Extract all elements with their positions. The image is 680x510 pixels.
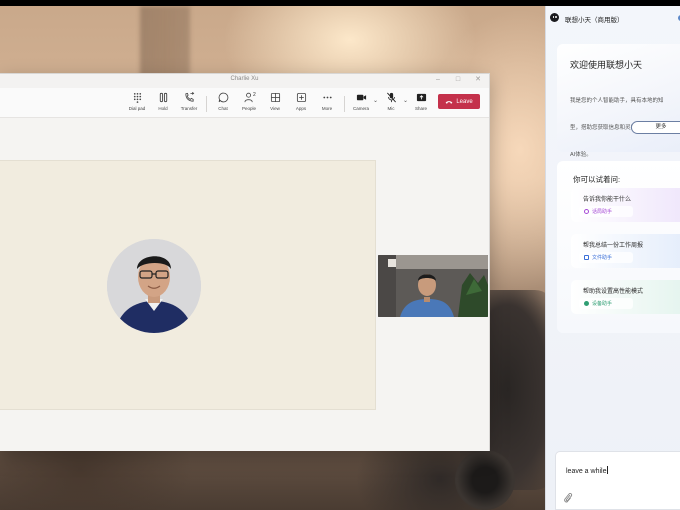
teams-call-window: Charlie Xu – □ ✕ Dial pad Hold Transfer … [0, 73, 490, 451]
suggestion-question: 帮我总结一份工作周报 [583, 243, 644, 249]
people-button[interactable]: 2 People [236, 92, 262, 116]
mic-label: Mic [387, 106, 395, 111]
more-label: More [321, 106, 333, 111]
suggestions-title: 你可以试着问: [573, 175, 621, 184]
share-button[interactable]: Share [408, 92, 434, 116]
phone-transfer-icon [184, 92, 194, 102]
camera-icon [356, 94, 366, 101]
self-video-tile[interactable] [378, 255, 488, 317]
suggestion-question: 帮助我设置高性能模式 [583, 289, 644, 295]
window-titlebar[interactable]: Charlie Xu – □ ✕ [0, 74, 489, 88]
text-cursor [607, 466, 609, 474]
paperclip-icon[interactable] [563, 492, 573, 504]
suggestion-tag-label: 话局助手 [592, 209, 613, 215]
share-icon [416, 93, 426, 102]
transfer-label: Transfer [180, 106, 198, 111]
camera-label: Camera [352, 106, 369, 111]
minimize-icon[interactable]: – [433, 75, 443, 85]
suggestion-item[interactable]: 帮我总结一份工作周报 文件助手 [571, 234, 680, 268]
assistant-input-value: leave a while [566, 468, 607, 475]
dialpad-icon [133, 93, 141, 103]
call-toolbar: Dial pad Hold Transfer Chat 2 People Vie… [0, 88, 489, 118]
chat-button[interactable]: Chat [210, 92, 236, 116]
chat-bubble-icon [584, 209, 589, 214]
hold-label: Hold [158, 106, 168, 111]
suggestion-tag: 文件助手 [579, 252, 633, 263]
assistant-panel: 联想小天（商用版） 欢迎使用联想小天 我是您的个人智能助手，具有本地的知 型，搭… [545, 6, 680, 510]
suggestion-tag-label: 设备助手 [592, 301, 613, 307]
suggestion-tag-label: 文件助手 [592, 255, 613, 261]
ellipsis-icon [322, 96, 332, 99]
document-icon [584, 255, 589, 260]
suggestion-item[interactable]: 告诉我你能干什么 话局助手 [571, 188, 680, 222]
window-title: Charlie Xu [230, 76, 259, 82]
transfer-button[interactable]: Transfer [176, 92, 202, 116]
suggestion-question: 告诉我你能干什么 [583, 197, 632, 203]
mic-button[interactable]: ⌄ Mic [378, 92, 408, 116]
close-icon[interactable]: ✕ [473, 75, 483, 85]
plus-square-icon [296, 92, 306, 103]
pause-icon [159, 92, 167, 103]
view-label: View [270, 106, 280, 111]
assistant-logo-icon [550, 13, 559, 22]
self-video-feed [378, 255, 488, 317]
assistant-input[interactable]: leave a while [555, 451, 680, 510]
people-count: 2 [253, 92, 256, 98]
chat-icon [218, 92, 228, 103]
device-icon [584, 301, 589, 306]
leave-label: Leave [456, 98, 473, 105]
window-controls: – □ ✕ [433, 75, 483, 85]
suggestion-tag: 设备助手 [579, 298, 633, 309]
apps-label: Apps [295, 106, 307, 111]
people-label: People [241, 106, 256, 111]
welcome-card: 欢迎使用联想小天 我是您的个人智能助手，具有本地的知 型，搭助您获取信息和灵感，… [557, 44, 680, 158]
grid-icon [270, 92, 280, 103]
more-button[interactable]: 更多 [631, 121, 680, 134]
maximize-icon[interactable]: □ [453, 75, 463, 85]
dialpad-button[interactable]: Dial pad [124, 92, 150, 116]
participant-tile[interactable] [0, 160, 376, 410]
welcome-line: 我是您的个人智能助手，具有本地的知 [570, 98, 664, 104]
hold-button[interactable]: Hold [150, 92, 176, 116]
assistant-input-text[interactable]: leave a while [566, 466, 609, 475]
welcome-line: AI体验。 [570, 152, 592, 158]
view-button[interactable]: View [262, 92, 288, 116]
apps-button[interactable]: Apps [288, 92, 314, 116]
participant-photo [107, 239, 201, 333]
mic-off-icon [386, 92, 396, 103]
assistant-title: 联想小天（商用版） [565, 17, 624, 24]
more-button[interactable]: More [314, 92, 340, 116]
suggestion-tag: 话局助手 [579, 206, 633, 217]
suggestion-item[interactable]: 帮助我设置高性能模式 设备助手 [571, 280, 680, 314]
leave-button[interactable]: Leave [438, 94, 480, 109]
chat-label: Chat [218, 106, 228, 111]
dialpad-label: Dial pad [128, 106, 146, 111]
suggestions-card: 你可以试着问: 告诉我你能干什么 话局助手 帮我总结一份工作周报 文件助手 帮助… [557, 161, 680, 333]
assistant-header: 联想小天（商用版） [546, 6, 680, 30]
welcome-title: 欢迎使用联想小天 [570, 60, 643, 70]
phone-hangup-icon [445, 100, 453, 104]
call-stage [0, 118, 489, 451]
toolbar-divider [206, 96, 207, 112]
wallpaper-lens-shape [455, 450, 515, 510]
participant-avatar [107, 239, 201, 333]
camera-button[interactable]: ⌄ Camera [348, 92, 378, 116]
toolbar-divider [344, 96, 345, 112]
share-label: Share [414, 106, 427, 111]
